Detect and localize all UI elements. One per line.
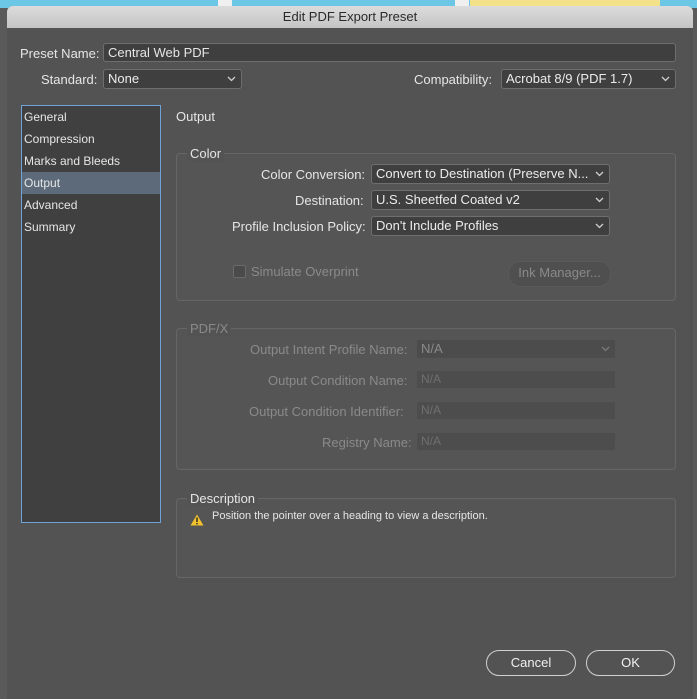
- sidebar-item-summary[interactable]: Summary: [22, 216, 160, 238]
- sidebar-item-output[interactable]: Output: [22, 172, 160, 194]
- condition-name-input[interactable]: N/A: [416, 370, 616, 389]
- color-conversion-label: Color Conversion:: [261, 167, 366, 182]
- standard-label: Standard:: [41, 72, 98, 87]
- warning-icon: [190, 514, 204, 526]
- condition-name-label: Output Condition Name:: [268, 373, 408, 388]
- registry-name-input[interactable]: N/A: [416, 432, 616, 451]
- profile-policy-select[interactable]: Don't Include Profiles: [371, 216, 610, 236]
- intent-profile-label: Output Intent Profile Name:: [250, 342, 408, 357]
- compatibility-value: Acrobat 8/9 (PDF 1.7): [506, 71, 633, 86]
- standard-select[interactable]: None: [103, 69, 242, 89]
- compatibility-select[interactable]: Acrobat 8/9 (PDF 1.7): [501, 69, 676, 89]
- color-group-label: Color: [187, 146, 225, 161]
- simulate-overprint-checkbox[interactable]: [233, 265, 246, 278]
- section-heading: Output: [176, 109, 216, 124]
- preset-name-input[interactable]: Central Web PDF: [103, 43, 676, 62]
- sidebar-item-general[interactable]: General: [22, 106, 160, 128]
- compatibility-label: Compatibility:: [414, 72, 493, 87]
- condition-identifier-label: Output Condition Identifier:: [249, 404, 404, 419]
- cancel-button[interactable]: Cancel: [486, 650, 576, 676]
- intent-profile-value: N/A: [421, 341, 443, 356]
- ink-manager-button[interactable]: Ink Manager...: [508, 261, 611, 287]
- profile-policy-value: Don't Include Profiles: [376, 218, 499, 233]
- destination-select[interactable]: U.S. Sheetfed Coated v2: [371, 190, 610, 210]
- profile-policy-label: Profile Inclusion Policy:: [232, 219, 366, 234]
- color-conversion-select[interactable]: Convert to Destination (Preserve N...: [371, 164, 610, 184]
- standard-value: None: [108, 71, 140, 86]
- dialog-title: Edit PDF Export Preset: [7, 6, 693, 28]
- sidebar-item-marks-and-bleeds[interactable]: Marks and Bleeds: [22, 150, 160, 172]
- color-conversion-value: Convert to Destination (Preserve N...: [376, 166, 589, 181]
- intent-profile-select[interactable]: N/A: [416, 339, 616, 359]
- chevron-down-icon: [227, 75, 236, 83]
- sidebar-item-compression[interactable]: Compression: [22, 128, 160, 150]
- condition-identifier-input[interactable]: N/A: [416, 401, 616, 420]
- destination-label: Destination:: [295, 193, 364, 208]
- preset-name-label: Preset Name:: [20, 46, 100, 61]
- chevron-down-icon: [661, 75, 670, 83]
- description-group-label: Description: [187, 491, 259, 506]
- chevron-down-icon: [595, 170, 604, 178]
- pdf-export-preset-dialog: Edit PDF Export Preset Preset Name: Cent…: [7, 6, 693, 699]
- simulate-overprint-label: Simulate Overprint: [251, 264, 359, 279]
- registry-name-label: Registry Name:: [322, 435, 412, 450]
- sidebar-item-advanced[interactable]: Advanced: [22, 194, 160, 216]
- chevron-down-icon: [595, 196, 604, 204]
- ok-button[interactable]: OK: [586, 650, 675, 676]
- destination-value: U.S. Sheetfed Coated v2: [376, 192, 520, 207]
- description-text: Position the pointer over a heading to v…: [212, 510, 488, 522]
- chevron-down-icon: [601, 345, 610, 353]
- chevron-down-icon: [595, 222, 604, 230]
- category-list: General Compression Marks and Bleeds Out…: [21, 105, 161, 523]
- pdfx-group-label: PDF/X: [187, 321, 232, 336]
